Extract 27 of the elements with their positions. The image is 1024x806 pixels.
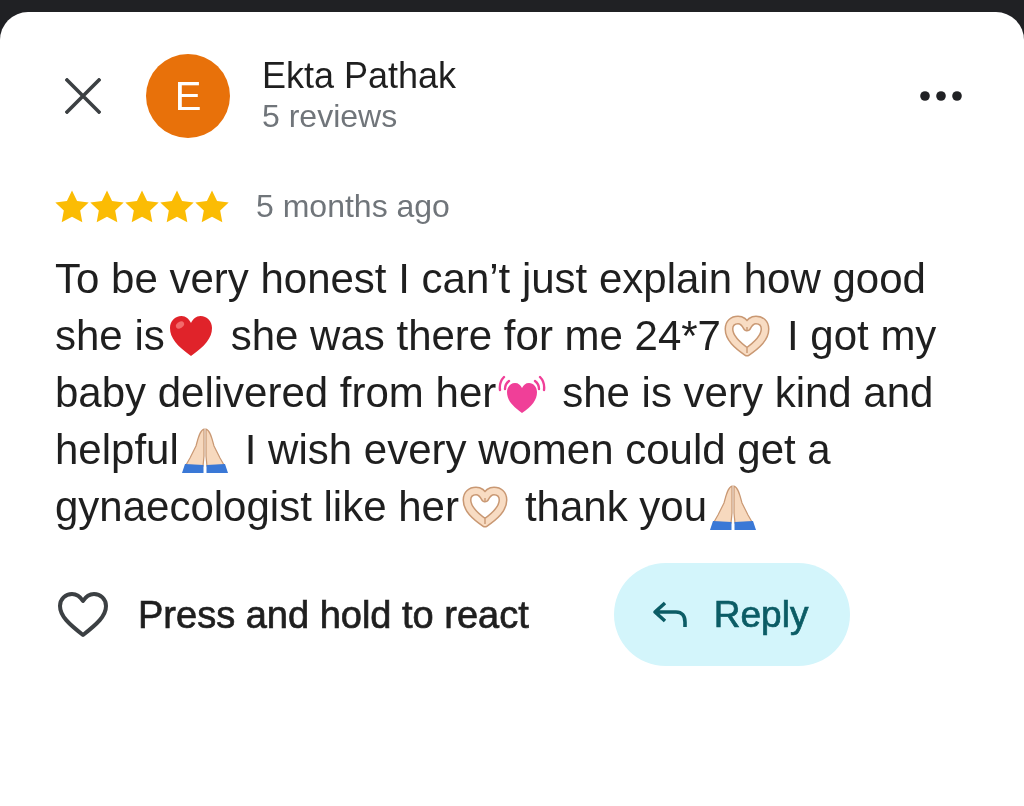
close-icon[interactable] [65, 78, 101, 114]
review-text: baby delivered from her [55, 367, 497, 418]
review-text: helpful [55, 424, 179, 475]
review-text: gynaecologist like her [55, 481, 459, 532]
avatar: E [146, 54, 230, 138]
reviewer-name[interactable]: Ekta Pathak [262, 56, 457, 96]
review-text: I wish every women could get a [244, 424, 831, 475]
review-text: I got my [787, 310, 937, 361]
review-time: 5 months ago [256, 188, 450, 224]
heart-icon [57, 590, 109, 639]
star-icon [125, 189, 159, 223]
star-icon [195, 189, 229, 223]
review-text: thank you [524, 481, 708, 532]
review-count: 5 reviews [262, 97, 399, 136]
curved-arrow-icon [651, 600, 688, 629]
star-icon [160, 189, 194, 223]
more-options-icon[interactable] [920, 91, 962, 101]
folded-hands-icon [180, 425, 229, 474]
star-icon [90, 189, 124, 223]
reply-button[interactable]: Reply [613, 563, 850, 666]
review-text: she was there for me 24*7 [230, 310, 721, 361]
react-button[interactable]: Press and hold to react [55, 590, 529, 639]
folded-hands-icon [709, 482, 758, 531]
review-text: To be very honest I can’t just explain how good [55, 253, 926, 304]
review-text: she is very kind and [562, 367, 934, 418]
star-icon [55, 189, 89, 223]
review-text: she is [55, 310, 165, 361]
